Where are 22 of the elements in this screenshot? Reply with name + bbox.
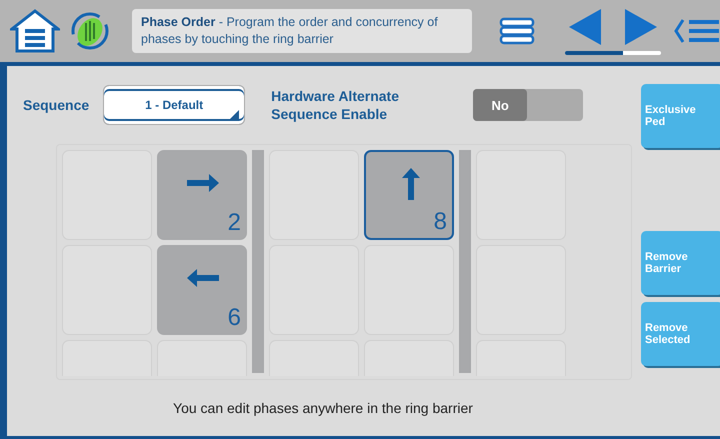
next-icon[interactable] xyxy=(623,7,659,47)
home-icon[interactable] xyxy=(10,9,60,53)
sequence-label: Sequence xyxy=(23,97,90,113)
info-text: Phase Order - Program the order and concurrency of phases by touching the ring barrier xyxy=(141,14,439,48)
phase-tile[interactable]: 6 xyxy=(157,245,247,335)
sequence-dropdown[interactable]: 1 - Default xyxy=(103,85,246,125)
phase-number: 2 xyxy=(228,209,241,237)
previous-icon[interactable] xyxy=(567,7,603,47)
barrier[interactable] xyxy=(459,150,471,373)
barrier[interactable] xyxy=(252,150,264,373)
list-icon[interactable] xyxy=(499,17,535,45)
phase-tile[interactable]: 8 xyxy=(364,150,454,240)
phase-number: 6 xyxy=(228,304,241,332)
menu-icon[interactable] xyxy=(673,16,719,46)
toggle-switch[interactable]: No xyxy=(473,89,584,121)
hint-text: You can edit phases anywhere in the ring barrier xyxy=(172,400,474,416)
action-button[interactable]: Remove Barrier xyxy=(641,231,720,295)
action-button[interactable]: Remove Selected xyxy=(641,302,720,366)
phase-number: 8 xyxy=(434,208,447,236)
hardware-alternate-label: Hardware Alternate Sequence Enable xyxy=(271,87,400,123)
action-button[interactable]: Exclusive Ped xyxy=(641,84,720,148)
phase-tile[interactable]: 2 xyxy=(157,150,247,240)
